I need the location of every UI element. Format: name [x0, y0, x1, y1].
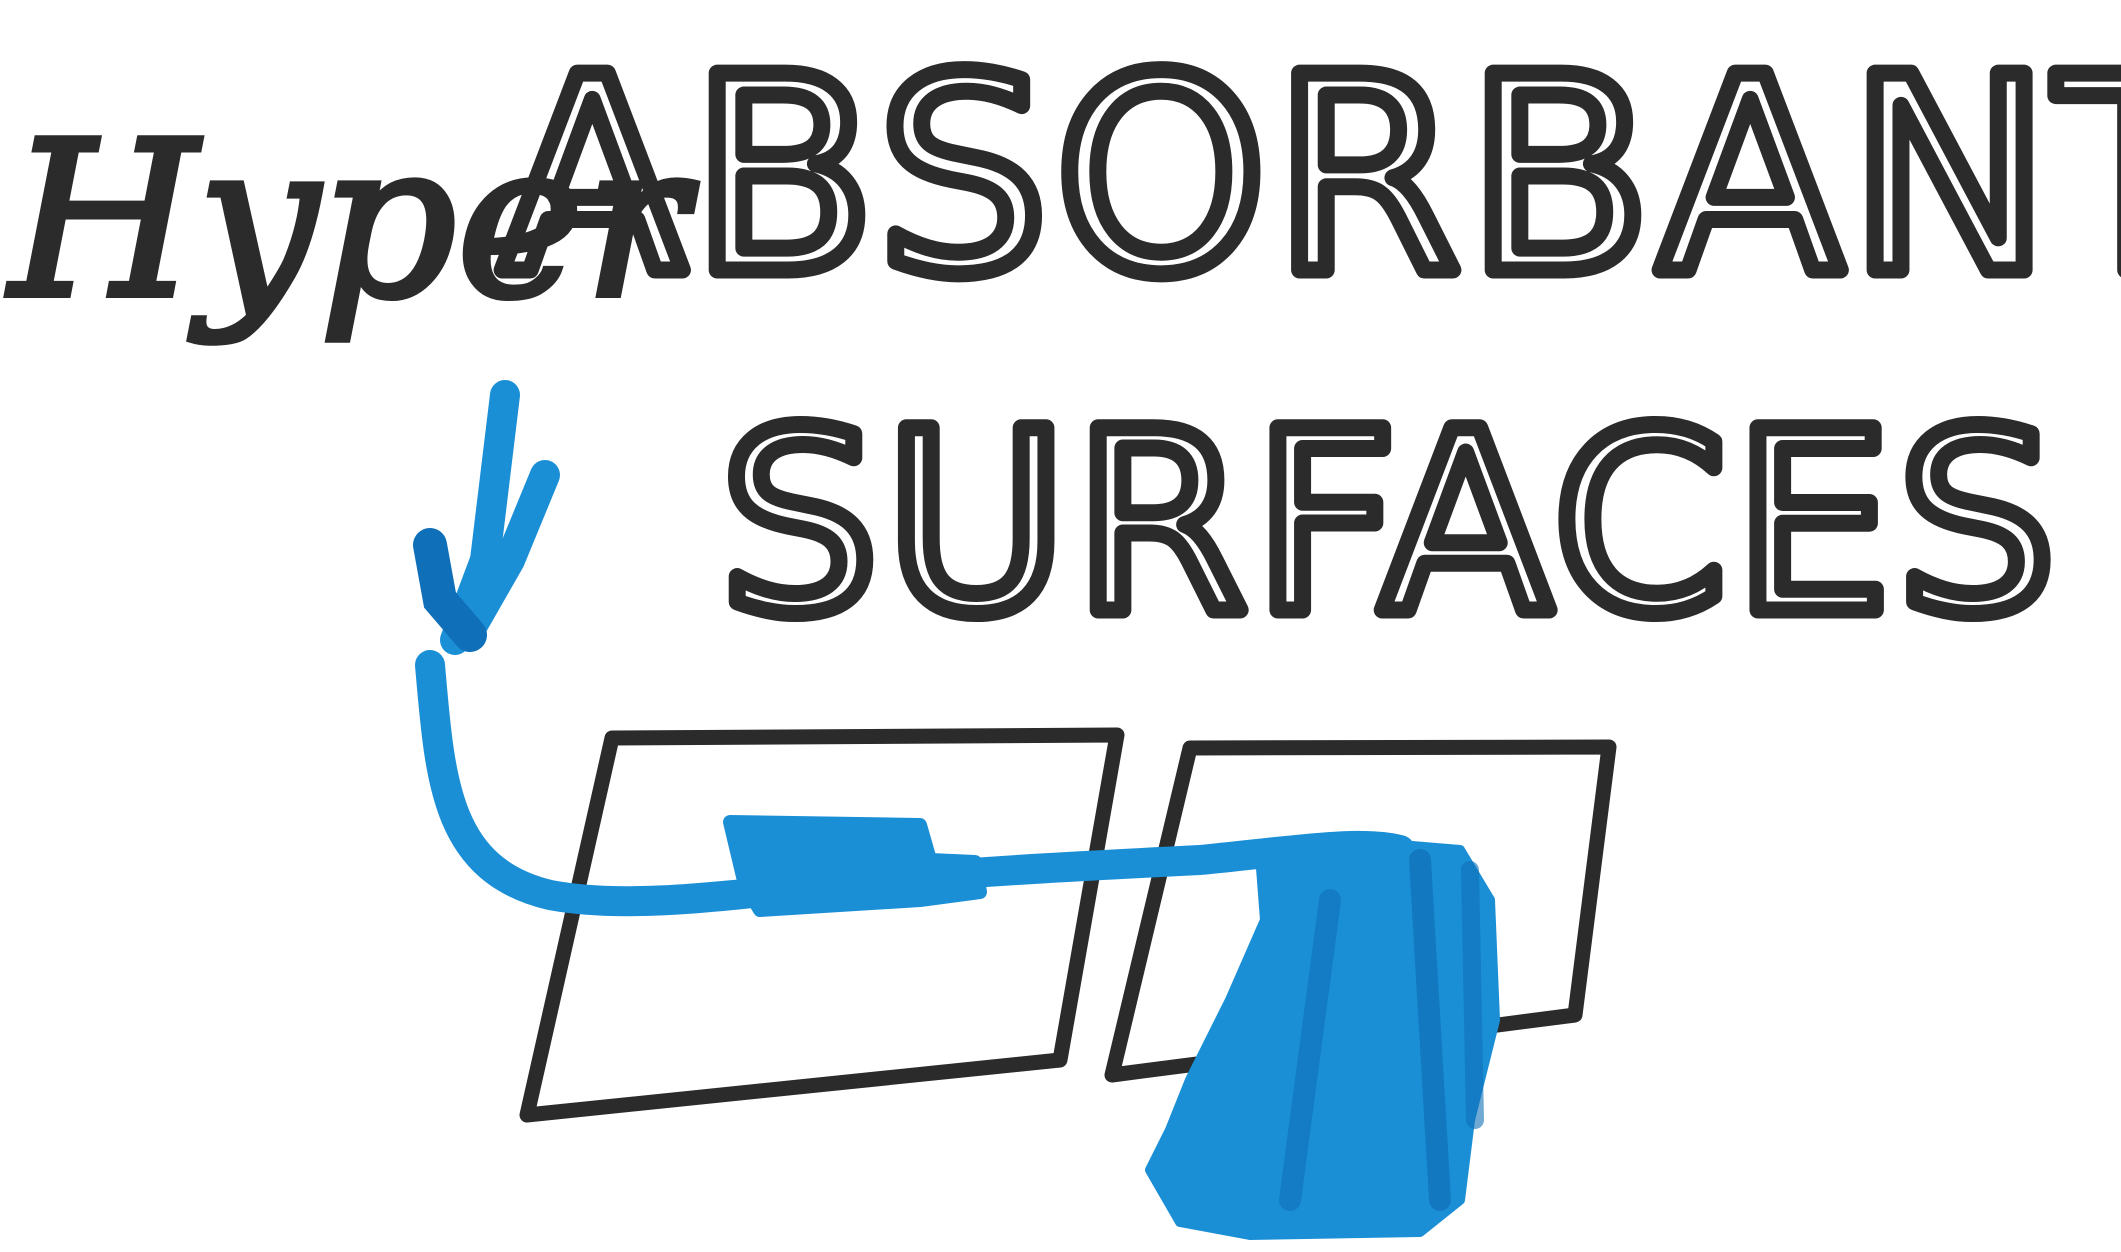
title-line2-surfaces: SURFACES — [720, 378, 2062, 669]
absorbed-patch-left — [723, 815, 987, 917]
absorbent-surfaces-sketch: Hyper ABSORBANT SURFACES — [3, 11, 2121, 1240]
title-main-absorbant: ABSORBANT — [500, 19, 2121, 334]
left-surface-panel — [519, 727, 1125, 1123]
spill-texture-3 — [1461, 861, 1484, 1129]
